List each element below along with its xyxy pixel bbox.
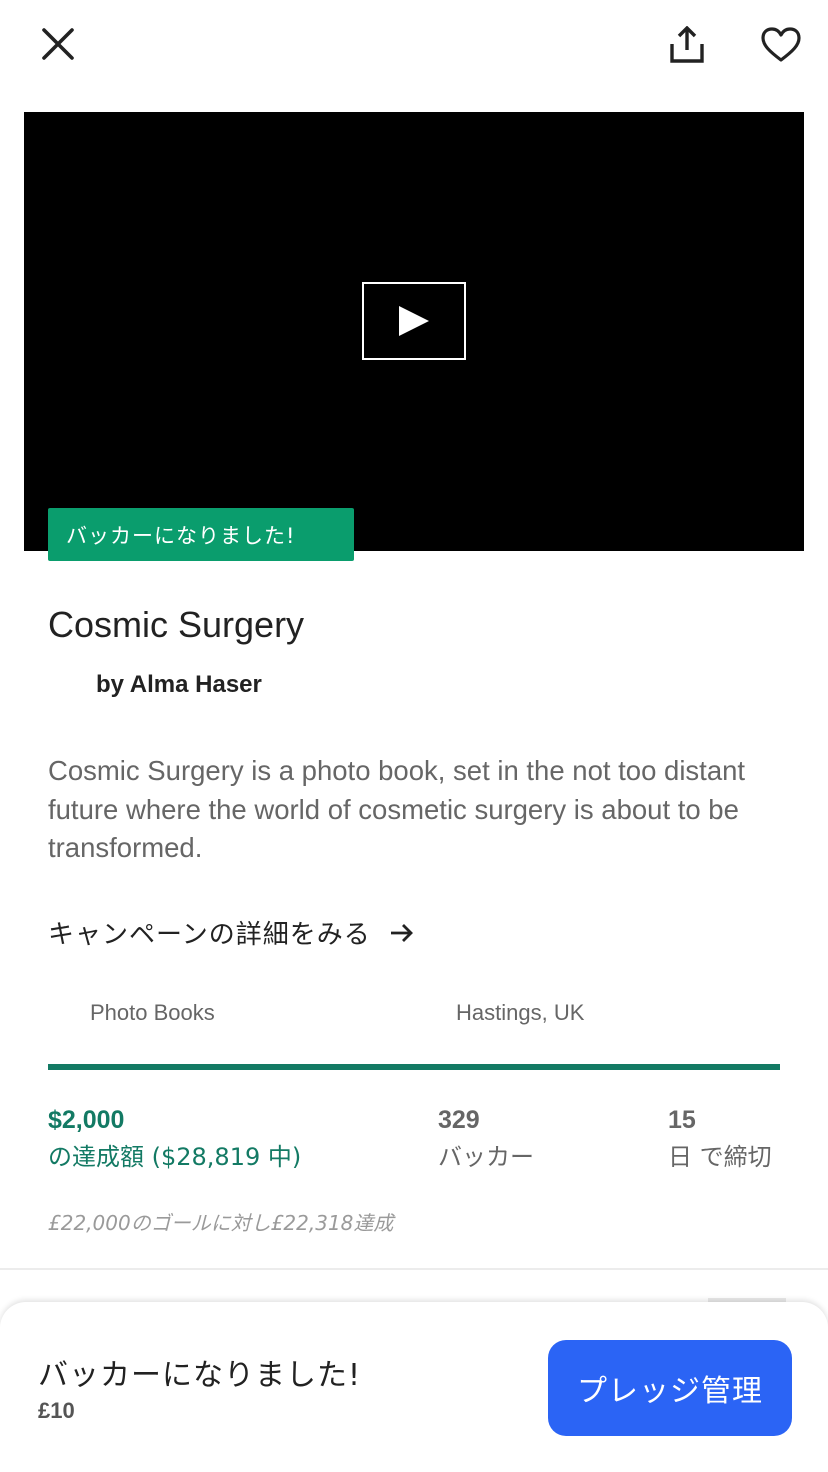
funding-progress-fill xyxy=(48,1064,780,1070)
top-bar xyxy=(0,0,828,100)
days-label: 日 で締切 xyxy=(668,1143,772,1171)
manage-pledge-button[interactable]: プレッジ管理 xyxy=(548,1340,792,1436)
category-link[interactable]: Photo Books xyxy=(90,1000,215,1026)
close-icon xyxy=(42,28,74,60)
backer-badge: バッカーになりました! xyxy=(48,508,354,561)
arrow-right-icon xyxy=(389,922,415,944)
stat-backers: 329 バッカー xyxy=(438,1106,534,1172)
pledge-bottom-sheet: バッカーになりました! £10 プレッジ管理 xyxy=(0,1302,828,1472)
stat-days: 15 日 で締切 xyxy=(668,1106,772,1172)
backer-status: バッカーになりました! xyxy=(38,1358,362,1393)
share-icon xyxy=(670,26,704,63)
campaign-details-link[interactable]: キャンペーンの詳細をみる xyxy=(48,914,415,951)
days-count: 15 xyxy=(668,1106,696,1134)
favorite-button[interactable] xyxy=(756,20,806,70)
pledged-label: の達成額 ($28,819 中) xyxy=(48,1143,302,1171)
section-divider xyxy=(0,1268,828,1270)
pledged-amount: $2,000 xyxy=(48,1106,125,1134)
campaign-details-label: キャンペーンの詳細をみる xyxy=(48,920,371,950)
share-button[interactable] xyxy=(662,20,712,70)
location-link[interactable]: Hastings, UK xyxy=(456,1000,584,1026)
play-button[interactable] xyxy=(362,282,466,360)
creator-name[interactable]: by Alma Haser xyxy=(96,671,262,699)
goal-note: £22,000のゴールに対し£22,318達成 xyxy=(48,1211,394,1235)
backers-label: バッカー xyxy=(438,1143,534,1171)
project-title: Cosmic Surgery xyxy=(48,604,305,645)
backers-count: 329 xyxy=(438,1106,480,1134)
video-player[interactable] xyxy=(24,112,804,551)
heart-icon xyxy=(761,27,801,62)
play-icon xyxy=(399,306,429,336)
stat-pledged: $2,000 の達成額 ($28,819 中) xyxy=(48,1106,301,1172)
close-button[interactable] xyxy=(34,20,82,68)
project-blurb: Cosmic Surgery is a photo book, set in t… xyxy=(48,755,746,863)
funding-progress-bar xyxy=(48,1064,780,1070)
pledge-amount: £10 xyxy=(38,1398,75,1423)
